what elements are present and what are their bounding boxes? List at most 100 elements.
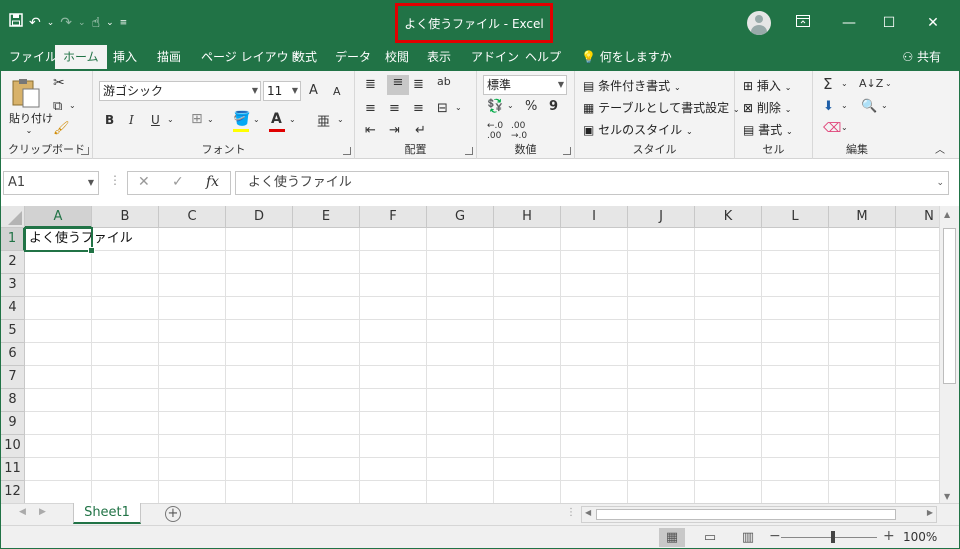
bold-button[interactable]: B: [105, 113, 114, 127]
fill-dropdown-icon[interactable]: ⌄: [253, 115, 260, 124]
increase-indent-icon[interactable]: ⇥: [389, 123, 400, 138]
grow-font-icon[interactable]: A: [309, 83, 318, 98]
ribbon-display-options-icon[interactable]: [793, 13, 813, 33]
tab-formulas[interactable]: 数式: [285, 45, 325, 71]
hscroll-grip-icon[interactable]: ⋮: [566, 507, 576, 518]
normal-view-icon[interactable]: ▦: [659, 528, 685, 547]
column-header-b[interactable]: B: [92, 206, 159, 228]
column-header-e[interactable]: E: [293, 206, 360, 228]
column-header-m[interactable]: M: [829, 206, 896, 228]
vertical-scroll-thumb[interactable]: [943, 228, 956, 384]
font-color-icon[interactable]: A: [271, 111, 282, 127]
phonetic-dropdown-icon[interactable]: ⌄: [337, 115, 344, 124]
add-sheet-button[interactable]: +: [165, 506, 181, 522]
scroll-right-icon[interactable]: ▶: [927, 508, 933, 517]
cancel-icon[interactable]: ✕: [138, 174, 150, 190]
align-middle-icon[interactable]: ≡: [387, 75, 409, 95]
scroll-up-icon[interactable]: ▲: [944, 210, 950, 219]
tab-view[interactable]: 表示: [419, 45, 459, 71]
scroll-left-icon[interactable]: ◀: [585, 508, 591, 517]
tab-help[interactable]: ヘルプ: [517, 45, 569, 71]
redo-icon[interactable]: ↷: [60, 11, 72, 35]
column-header-j[interactable]: J: [628, 206, 695, 228]
row-header-10[interactable]: 10: [1, 435, 25, 458]
paste-button[interactable]: 貼り付け ⌄: [9, 77, 53, 135]
horizontal-scroll-thumb[interactable]: [596, 509, 896, 520]
align-right-icon[interactable]: ≡: [413, 101, 424, 116]
maximize-icon[interactable]: ☐: [879, 13, 899, 33]
fill-dropdown-icon[interactable]: ⌄: [841, 101, 848, 110]
number-format-combo[interactable]: 標準 ▼: [483, 75, 567, 95]
cell-styles-button[interactable]: ▣ セルのスタイル ⌄: [583, 121, 693, 138]
prev-sheet-icon[interactable]: ◀: [19, 507, 26, 517]
undo-dropdown-icon[interactable]: ⌄: [47, 11, 55, 35]
borders-dropdown-icon[interactable]: ⌄: [207, 115, 214, 124]
row-header-2[interactable]: 2: [1, 251, 25, 274]
zoom-out-button[interactable]: −: [769, 528, 781, 544]
row-header-5[interactable]: 5: [1, 320, 25, 343]
name-box[interactable]: A1 ▼: [3, 171, 99, 195]
autosum-dropdown-icon[interactable]: ⌄: [841, 79, 848, 88]
font-launcher-icon[interactable]: [343, 147, 351, 155]
horizontal-scrollbar[interactable]: ◀ ▶: [581, 506, 937, 523]
column-header-h[interactable]: H: [494, 206, 561, 228]
column-header-f[interactable]: F: [360, 206, 427, 228]
clear-dropdown-icon[interactable]: ⌄: [841, 123, 848, 132]
align-top-icon[interactable]: ≣: [365, 77, 376, 92]
enter-check-icon[interactable]: ✓: [172, 174, 184, 190]
touch-dropdown-icon[interactable]: ⌄: [106, 11, 114, 35]
accounting-dropdown-icon[interactable]: ⌄: [507, 101, 514, 110]
save-icon[interactable]: [9, 11, 23, 35]
tab-home[interactable]: ホーム: [55, 45, 107, 71]
format-as-table-button[interactable]: ▦ テーブルとして書式設定 ⌄: [583, 99, 740, 116]
row-header-1[interactable]: 1: [1, 228, 25, 251]
merge-dropdown-icon[interactable]: ⌄: [455, 103, 462, 112]
align-left-icon[interactable]: ≡: [365, 101, 376, 116]
insert-cells-button[interactable]: ⊞ 挿入 ⌄: [743, 77, 791, 94]
percent-style-icon[interactable]: %: [525, 99, 537, 114]
fill-down-icon[interactable]: ⬇: [823, 99, 834, 114]
sheet-tab-sheet1[interactable]: Sheet1: [73, 503, 141, 524]
tell-me-search[interactable]: 💡 何をしますか: [573, 45, 680, 71]
font-color-dropdown-icon[interactable]: ⌄: [289, 115, 296, 124]
column-header-n[interactable]: N: [896, 206, 939, 228]
row-header-12[interactable]: 12: [1, 481, 25, 503]
row-header-11[interactable]: 11: [1, 458, 25, 481]
sort-dropdown-icon[interactable]: ⌄: [885, 79, 892, 88]
clipboard-launcher-icon[interactable]: [81, 147, 89, 155]
row-header-8[interactable]: 8: [1, 389, 25, 412]
zoom-level[interactable]: 100%: [903, 530, 937, 544]
decrease-decimal-icon[interactable]: .00 →.0: [511, 121, 527, 141]
row-header-3[interactable]: 3: [1, 274, 25, 297]
column-header-c[interactable]: C: [159, 206, 226, 228]
cut-icon[interactable]: ✂: [53, 75, 65, 91]
column-header-g[interactable]: G: [427, 206, 494, 228]
tab-draw[interactable]: 描画: [149, 45, 189, 71]
format-painter-icon[interactable]: 🖌: [53, 121, 70, 136]
autosum-icon[interactable]: Σ: [823, 75, 832, 93]
merge-center-icon[interactable]: ⊟: [437, 101, 448, 116]
column-header-l[interactable]: L: [762, 206, 829, 228]
shrink-font-icon[interactable]: A: [333, 85, 341, 98]
column-header-d[interactable]: D: [226, 206, 293, 228]
select-all-button[interactable]: [1, 206, 25, 228]
wrap-text-icon[interactable]: ↵: [415, 123, 426, 138]
underline-dropdown-icon[interactable]: ⌄: [167, 115, 174, 124]
alignment-launcher-icon[interactable]: [465, 147, 473, 155]
page-layout-view-icon[interactable]: ▭: [697, 528, 723, 547]
close-icon[interactable]: ✕: [923, 13, 943, 33]
find-select-icon[interactable]: 🔍: [861, 99, 877, 114]
tab-review[interactable]: 校閲: [377, 45, 417, 71]
italic-button[interactable]: I: [129, 113, 134, 127]
tab-insert[interactable]: 挿入: [105, 45, 145, 71]
zoom-slider-thumb[interactable]: [831, 531, 835, 543]
row-header-4[interactable]: 4: [1, 297, 25, 320]
expand-formula-icon[interactable]: ⌄: [936, 172, 944, 194]
clear-eraser-icon[interactable]: ⌫: [823, 121, 841, 136]
font-size-combo[interactable]: 11 ▼: [263, 81, 301, 101]
touch-mode-icon[interactable]: ☝: [92, 11, 101, 35]
vertical-scrollbar[interactable]: ▲ ▼: [939, 206, 959, 503]
scroll-down-icon[interactable]: ▼: [944, 492, 950, 501]
collapse-ribbon-icon[interactable]: ︿: [935, 141, 945, 156]
decrease-indent-icon[interactable]: ⇤: [365, 123, 376, 138]
